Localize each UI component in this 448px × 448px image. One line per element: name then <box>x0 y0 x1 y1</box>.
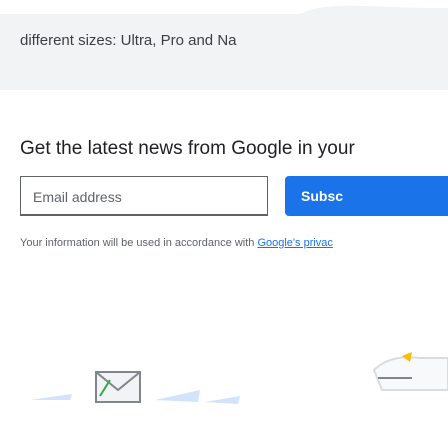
email-field-container[interactable] <box>20 176 268 217</box>
newsletter-title: Get the latest news from Google in your <box>20 138 355 159</box>
email-envelope-icon <box>95 371 141 403</box>
article-intro-text: different sizes: Ultra, Pro and Na <box>20 32 237 49</box>
privacy-notice: Your information will be used in accorda… <box>20 237 333 249</box>
newsletter-illustration <box>30 352 448 404</box>
privacy-notice-text: Your information will be used in accorda… <box>20 237 258 249</box>
illustration-device <box>372 352 448 391</box>
email-input[interactable] <box>31 177 263 217</box>
subscribe-button[interactable]: Subsc <box>285 176 448 216</box>
privacy-policy-link[interactable]: Google's privac <box>257 237 332 249</box>
previous-section-card: different sizes: Ultra, Pro and Na <box>0 0 448 90</box>
